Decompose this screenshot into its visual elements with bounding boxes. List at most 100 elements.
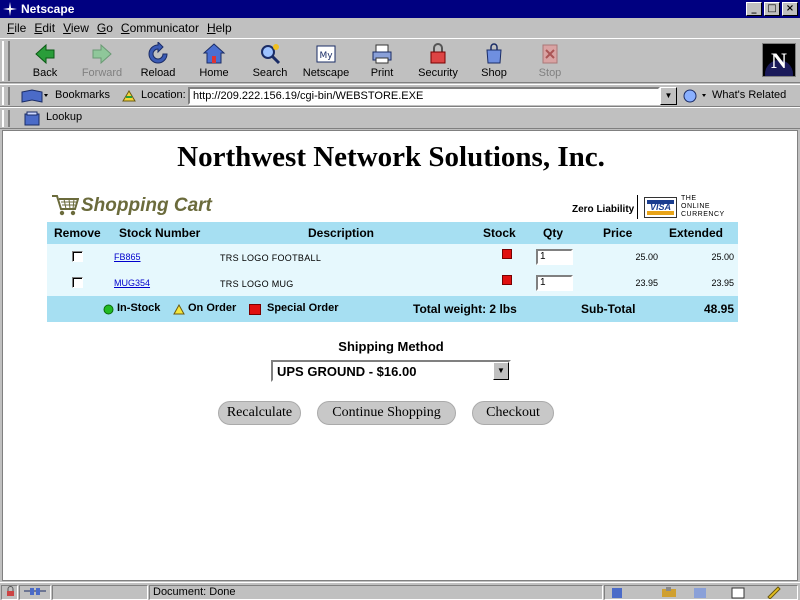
security-lock-icon[interactable] bbox=[1, 585, 18, 600]
home-icon bbox=[202, 43, 226, 64]
status-bar: Document: Done bbox=[0, 582, 800, 600]
window-title: Netscape bbox=[21, 2, 75, 16]
special-order-indicator-icon bbox=[502, 275, 512, 285]
menu-view[interactable]: View bbox=[59, 21, 93, 35]
recalculate-button[interactable]: Recalculate bbox=[218, 401, 301, 425]
item-extended: 23.95 bbox=[711, 278, 734, 288]
special-order-square-icon bbox=[249, 304, 261, 315]
locbar-grip[interactable] bbox=[2, 87, 10, 105]
status-text: Document: Done bbox=[149, 585, 603, 600]
remove-checkbox[interactable] bbox=[72, 251, 83, 262]
title-bar: Netscape _ □ × bbox=[0, 0, 800, 18]
cart-footer-row: In-Stock On Order Special Order Total we… bbox=[47, 296, 738, 322]
shipping-method-label: Shipping Method bbox=[338, 339, 444, 354]
continue-shopping-button[interactable]: Continue Shopping bbox=[317, 401, 456, 425]
netscape-button[interactable]: My Netscape bbox=[298, 42, 354, 82]
location-bar: Bookmarks Location: http://209.222.156.1… bbox=[0, 84, 800, 107]
stop-icon bbox=[542, 44, 558, 64]
netscape-my-icon: My bbox=[316, 45, 336, 63]
print-button[interactable]: Print bbox=[354, 42, 410, 82]
stock-number-link[interactable]: MUG354 bbox=[114, 278, 150, 288]
url-input[interactable]: http://209.222.156.19/cgi-bin/WEBSTORE.E… bbox=[188, 87, 660, 105]
close-button[interactable]: × bbox=[782, 2, 798, 16]
company-name: Northwest Network Solutions, Inc. bbox=[177, 141, 605, 173]
minimize-button[interactable]: _ bbox=[746, 2, 762, 16]
navigator-icon bbox=[612, 588, 622, 598]
item-price: 25.00 bbox=[635, 252, 658, 262]
printer-icon bbox=[372, 44, 392, 64]
item-extended: 25.00 bbox=[711, 252, 734, 262]
connection-status-icon bbox=[19, 585, 51, 600]
header-description: Description bbox=[308, 226, 375, 240]
quantity-input[interactable]: 1 bbox=[536, 275, 573, 291]
stop-button[interactable]: Stop bbox=[522, 42, 578, 82]
subtotal-value: 48.95 bbox=[703, 302, 734, 316]
bookmarks-label[interactable]: Bookmarks bbox=[55, 89, 110, 101]
newsgroups-icon bbox=[694, 588, 706, 598]
cart-header-row: Remove Stock Number Description Stock Qt… bbox=[47, 222, 738, 244]
reload-icon bbox=[148, 42, 168, 64]
menu-help[interactable]: Help bbox=[203, 21, 236, 35]
legend-on-order: On Order bbox=[188, 302, 237, 314]
search-button[interactable]: Search bbox=[242, 42, 298, 82]
whats-related-label[interactable]: What's Related bbox=[712, 89, 786, 101]
header-remove: Remove bbox=[54, 226, 101, 240]
home-button[interactable]: Home bbox=[186, 42, 242, 82]
table-row: MUG354 TRS LOGO MUG 1 23.95 23.95 bbox=[47, 270, 738, 296]
checkout-button[interactable]: Checkout bbox=[472, 401, 554, 425]
item-description: TRS LOGO MUG bbox=[220, 279, 294, 289]
menu-go[interactable]: Go bbox=[93, 21, 117, 35]
visa-divider bbox=[637, 195, 638, 219]
svg-text:N: N bbox=[771, 48, 787, 73]
visa-logo: VISA bbox=[644, 197, 677, 218]
mailbox-icon bbox=[662, 587, 676, 597]
menu-file[interactable]: File bbox=[3, 21, 30, 35]
lookup-link[interactable]: Lookup bbox=[46, 111, 82, 123]
navigation-toolbar: Back Forward Reload Home Search My Netsc… bbox=[0, 38, 800, 88]
progress-bar bbox=[52, 585, 148, 600]
shop-button[interactable]: Shop bbox=[466, 42, 522, 82]
on-order-triangle-icon bbox=[173, 304, 185, 315]
component-bar bbox=[604, 585, 798, 600]
forward-button[interactable]: Forward bbox=[74, 42, 130, 82]
menu-communicator[interactable]: Communicator bbox=[117, 21, 203, 35]
total-weight: Total weight: 2 lbs bbox=[413, 302, 517, 316]
toolbar-grip[interactable] bbox=[2, 41, 10, 81]
maximize-button[interactable]: □ bbox=[764, 2, 780, 16]
header-stock: Stock bbox=[483, 226, 516, 240]
address-book-icon bbox=[731, 587, 745, 599]
legend-in-stock: In-Stock bbox=[117, 302, 161, 314]
svg-text:My: My bbox=[319, 51, 333, 61]
item-price: 23.95 bbox=[635, 278, 658, 288]
netscape-logo-icon[interactable]: N bbox=[762, 43, 796, 88]
menu-edit[interactable]: Edit bbox=[30, 21, 59, 35]
lock-icon bbox=[430, 43, 446, 64]
url-dropdown-arrow-icon[interactable]: ▼ bbox=[660, 87, 677, 105]
header-stock-number: Stock Number bbox=[119, 226, 201, 240]
remove-checkbox[interactable] bbox=[72, 277, 83, 288]
back-arrow-icon bbox=[35, 43, 55, 65]
quantity-input[interactable]: 1 bbox=[536, 249, 573, 265]
table-row: FB865 TRS LOGO FOOTBALL 1 25.00 25.00 bbox=[47, 244, 738, 270]
shopping-bag-icon bbox=[486, 43, 502, 64]
bookmarks-icon[interactable] bbox=[20, 88, 48, 104]
chevron-down-icon[interactable]: ▼ bbox=[493, 362, 509, 380]
shipping-method-select[interactable]: UPS GROUND - $16.00 ▼ bbox=[271, 360, 511, 382]
item-description: TRS LOGO FOOTBALL bbox=[220, 253, 322, 263]
whats-related-icon[interactable] bbox=[682, 88, 708, 104]
back-button[interactable]: Back bbox=[17, 42, 73, 82]
persbar-grip[interactable] bbox=[2, 110, 10, 127]
stock-number-link[interactable]: FB865 bbox=[114, 252, 141, 262]
reload-button[interactable]: Reload bbox=[130, 42, 186, 82]
forward-arrow-icon bbox=[92, 43, 112, 65]
location-label: Location: bbox=[141, 89, 186, 101]
in-stock-circle-icon bbox=[103, 304, 114, 315]
security-button[interactable]: Security bbox=[410, 42, 466, 82]
legend-special-order: Special Order bbox=[267, 302, 339, 314]
page-content: Northwest Network Solutions, Inc. Shoppi… bbox=[2, 130, 798, 581]
search-icon bbox=[261, 44, 281, 65]
header-extended: Extended bbox=[669, 226, 724, 240]
lookup-bookmark-icon bbox=[24, 111, 40, 126]
cart-table: Remove Stock Number Description Stock Qt… bbox=[47, 222, 738, 322]
special-order-indicator-icon bbox=[502, 249, 512, 259]
